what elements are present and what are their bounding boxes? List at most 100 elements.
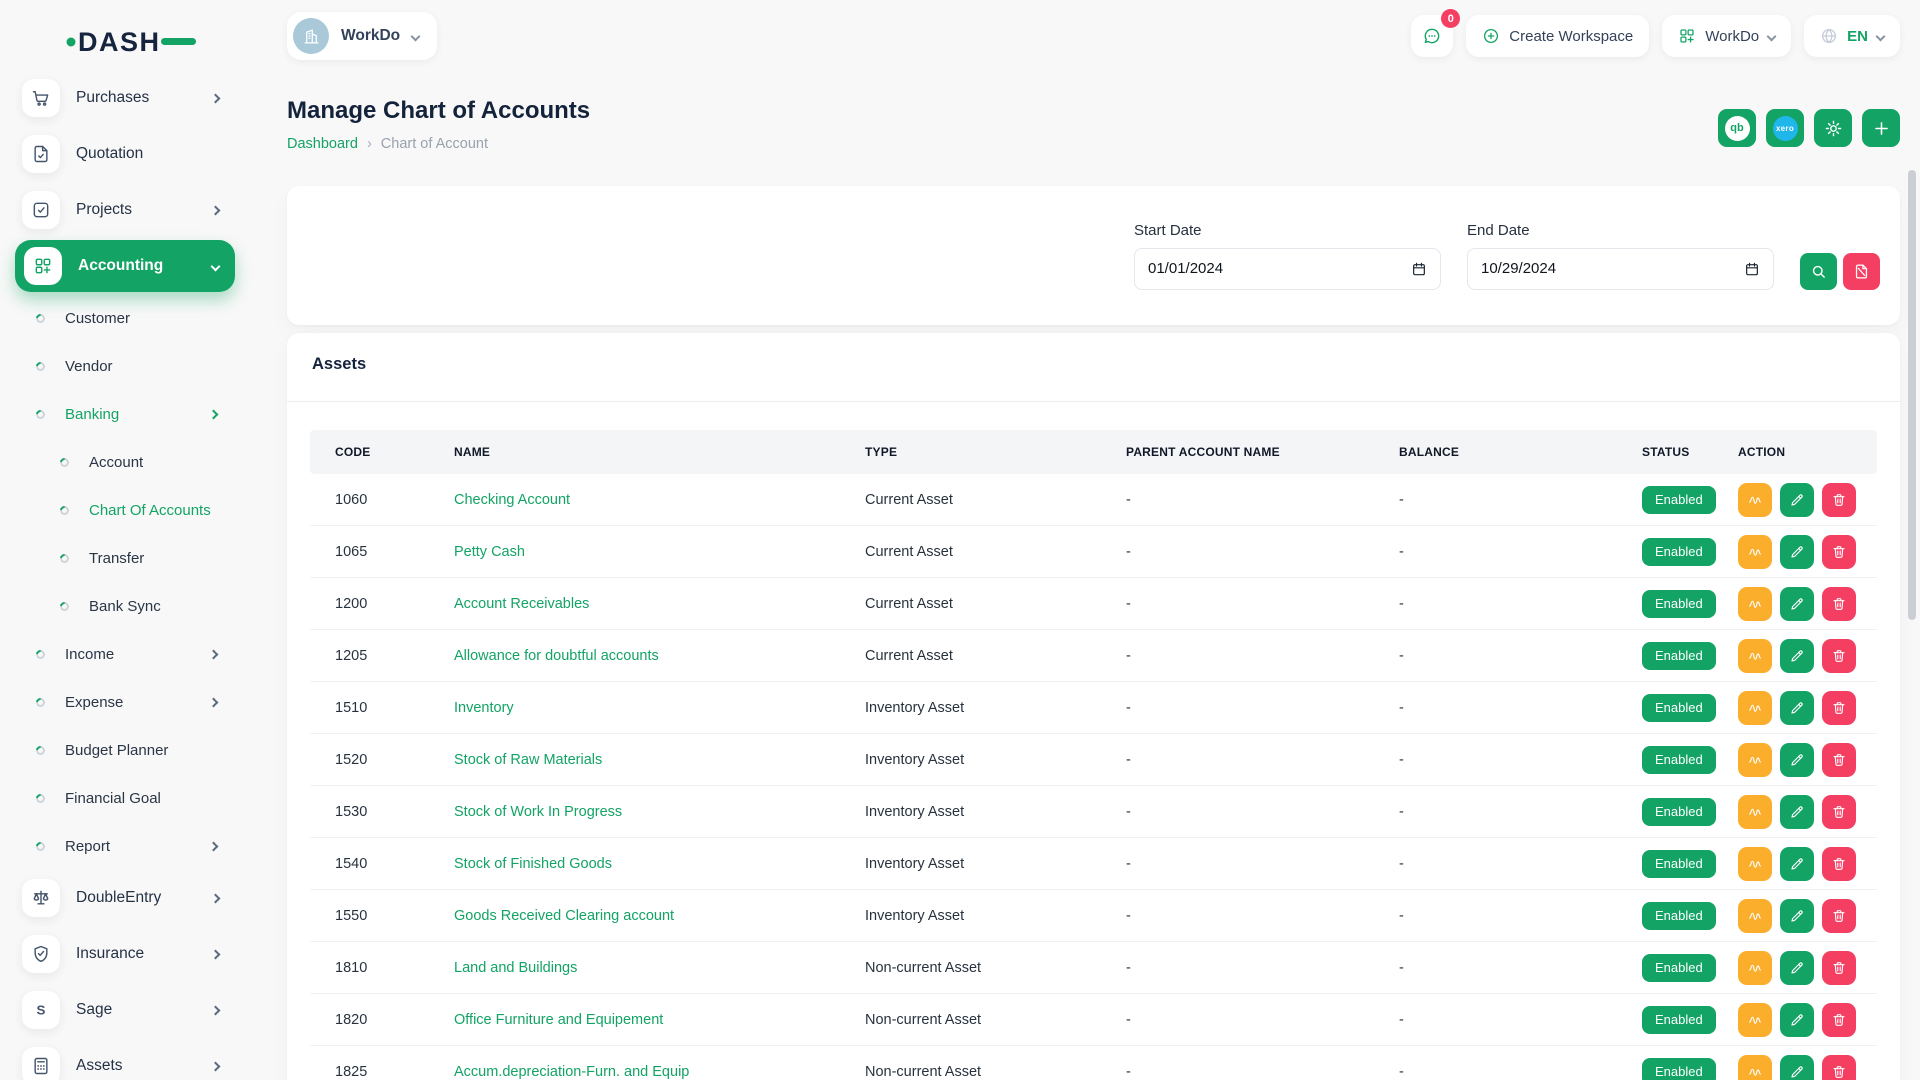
row-edit-button[interactable]	[1780, 951, 1814, 985]
sidebar-item-budget-planner[interactable]: Budget Planner	[0, 726, 241, 774]
sidebar-item-doubleentry[interactable]: DoubleEntry	[0, 870, 241, 926]
account-name-link[interactable]: Goods Received Clearing account	[454, 908, 865, 924]
row-activity-button[interactable]	[1738, 639, 1772, 673]
page-scrollbar[interactable]	[1908, 170, 1916, 620]
row-edit-button[interactable]	[1780, 847, 1814, 881]
column-header-type: TYPE	[865, 445, 1126, 459]
sidebar-item-income[interactable]: Income	[0, 630, 241, 678]
main-content: WorkDo 0 Create Wor	[241, 0, 1920, 1080]
sidebar-item-accounting[interactable]: Accounting	[15, 240, 235, 292]
row-edit-button[interactable]	[1780, 587, 1814, 621]
trash-icon	[1831, 1064, 1847, 1080]
row-delete-button[interactable]	[1822, 743, 1856, 777]
row-delete-button[interactable]	[1822, 951, 1856, 985]
account-name-link[interactable]: Inventory	[454, 700, 865, 716]
sidebar-item-account[interactable]: Account	[0, 438, 241, 486]
sidebar-item-purchases[interactable]: Purchases	[0, 70, 241, 126]
row-edit-button[interactable]	[1780, 483, 1814, 517]
row-delete-button[interactable]	[1822, 899, 1856, 933]
sidebar-item-sage[interactable]: SSage	[0, 982, 241, 1038]
parent-account-name: -	[1126, 492, 1399, 508]
account-name-link[interactable]: Office Furniture and Equipement	[454, 1012, 865, 1028]
sidebar-item-projects[interactable]: Projects	[0, 182, 241, 238]
chevron-right-icon	[211, 893, 221, 903]
sidebar-item-chart-of-accounts[interactable]: Chart Of Accounts	[0, 486, 241, 534]
language-selector[interactable]: EN	[1804, 15, 1900, 57]
account-name-link[interactable]: Accum.depreciation-Furn. and Equip	[454, 1064, 865, 1080]
account-code: 1060	[335, 492, 454, 508]
app-menu-button[interactable]: WorkDo	[1662, 15, 1791, 57]
account-balance: -	[1399, 596, 1642, 612]
account-name-link[interactable]: Account Receivables	[454, 596, 865, 612]
calendar-icon[interactable]	[1744, 261, 1760, 277]
create-workspace-button[interactable]: Create Workspace	[1466, 15, 1649, 57]
sidebar-item-customer[interactable]: Customer	[0, 294, 241, 342]
row-activity-button[interactable]	[1738, 535, 1772, 569]
sidebar-item-bank-sync[interactable]: Bank Sync	[0, 582, 241, 630]
row-activity-button[interactable]	[1738, 587, 1772, 621]
row-activity-button[interactable]	[1738, 691, 1772, 725]
row-edit-button[interactable]	[1780, 1055, 1814, 1080]
quickbooks-button[interactable]: qb	[1718, 109, 1756, 147]
row-activity-button[interactable]	[1738, 1003, 1772, 1037]
add-account-button[interactable]	[1862, 109, 1900, 147]
messages-button[interactable]: 0	[1411, 15, 1453, 57]
calendar-icon[interactable]	[1411, 261, 1427, 277]
row-delete-button[interactable]	[1822, 483, 1856, 517]
row-activity-button[interactable]	[1738, 899, 1772, 933]
account-name-link[interactable]: Allowance for doubtful accounts	[454, 648, 865, 664]
settings-button[interactable]	[1814, 109, 1852, 147]
account-name-link[interactable]: Stock of Finished Goods	[454, 856, 865, 872]
account-name-link[interactable]: Stock of Work In Progress	[454, 804, 865, 820]
row-edit-button[interactable]	[1780, 639, 1814, 673]
row-delete-button[interactable]	[1822, 1055, 1856, 1080]
account-name-link[interactable]: Checking Account	[454, 492, 865, 508]
row-actions	[1738, 795, 1877, 829]
shield-check-icon	[22, 935, 60, 973]
row-activity-button[interactable]	[1738, 483, 1772, 517]
row-edit-button[interactable]	[1780, 899, 1814, 933]
row-delete-button[interactable]	[1822, 639, 1856, 673]
row-delete-button[interactable]	[1822, 1003, 1856, 1037]
row-activity-button[interactable]	[1738, 743, 1772, 777]
account-type: Current Asset	[865, 544, 1126, 560]
sidebar-item-financial-goal[interactable]: Financial Goal	[0, 774, 241, 822]
sidebar-item-assets[interactable]: Assets	[0, 1038, 241, 1080]
parent-account-name: -	[1126, 804, 1399, 820]
row-delete-button[interactable]	[1822, 587, 1856, 621]
row-delete-button[interactable]	[1822, 795, 1856, 829]
row-actions	[1738, 639, 1877, 673]
row-activity-button[interactable]	[1738, 1055, 1772, 1080]
xero-button[interactable]: xero	[1766, 109, 1804, 147]
row-edit-button[interactable]	[1780, 1003, 1814, 1037]
row-edit-button[interactable]	[1780, 535, 1814, 569]
end-date-input[interactable]: 10/29/2024	[1467, 248, 1774, 290]
breadcrumb-dashboard-link[interactable]: Dashboard	[287, 136, 358, 152]
sidebar-item-transfer[interactable]: Transfer	[0, 534, 241, 582]
row-activity-button[interactable]	[1738, 795, 1772, 829]
row-delete-button[interactable]	[1822, 535, 1856, 569]
account-name-link[interactable]: Petty Cash	[454, 544, 865, 560]
start-date-input[interactable]: 01/01/2024	[1134, 248, 1441, 290]
row-delete-button[interactable]	[1822, 847, 1856, 881]
row-edit-button[interactable]	[1780, 691, 1814, 725]
sidebar-item-insurance[interactable]: Insurance	[0, 926, 241, 982]
chevron-down-icon	[1876, 31, 1886, 41]
status-badge: Enabled	[1642, 486, 1716, 514]
sidebar-item-report[interactable]: Report	[0, 822, 241, 870]
row-delete-button[interactable]	[1822, 691, 1856, 725]
sidebar-item-vendor[interactable]: Vendor	[0, 342, 241, 390]
sidebar-item-expense[interactable]: Expense	[0, 678, 241, 726]
reset-filter-button[interactable]	[1843, 253, 1880, 290]
account-name-link[interactable]: Stock of Raw Materials	[454, 752, 865, 768]
sidebar-item-quotation[interactable]: Quotation	[0, 126, 241, 182]
apply-filter-button[interactable]	[1800, 253, 1837, 290]
sidebar: DASH PurchasesQuotationProjectsAccountin…	[0, 0, 241, 1080]
row-edit-button[interactable]	[1780, 743, 1814, 777]
row-edit-button[interactable]	[1780, 795, 1814, 829]
sidebar-item-banking[interactable]: Banking	[0, 390, 241, 438]
row-activity-button[interactable]	[1738, 951, 1772, 985]
account-name-link[interactable]: Land and Buildings	[454, 960, 865, 976]
workspace-selector[interactable]: WorkDo	[287, 12, 437, 60]
row-activity-button[interactable]	[1738, 847, 1772, 881]
